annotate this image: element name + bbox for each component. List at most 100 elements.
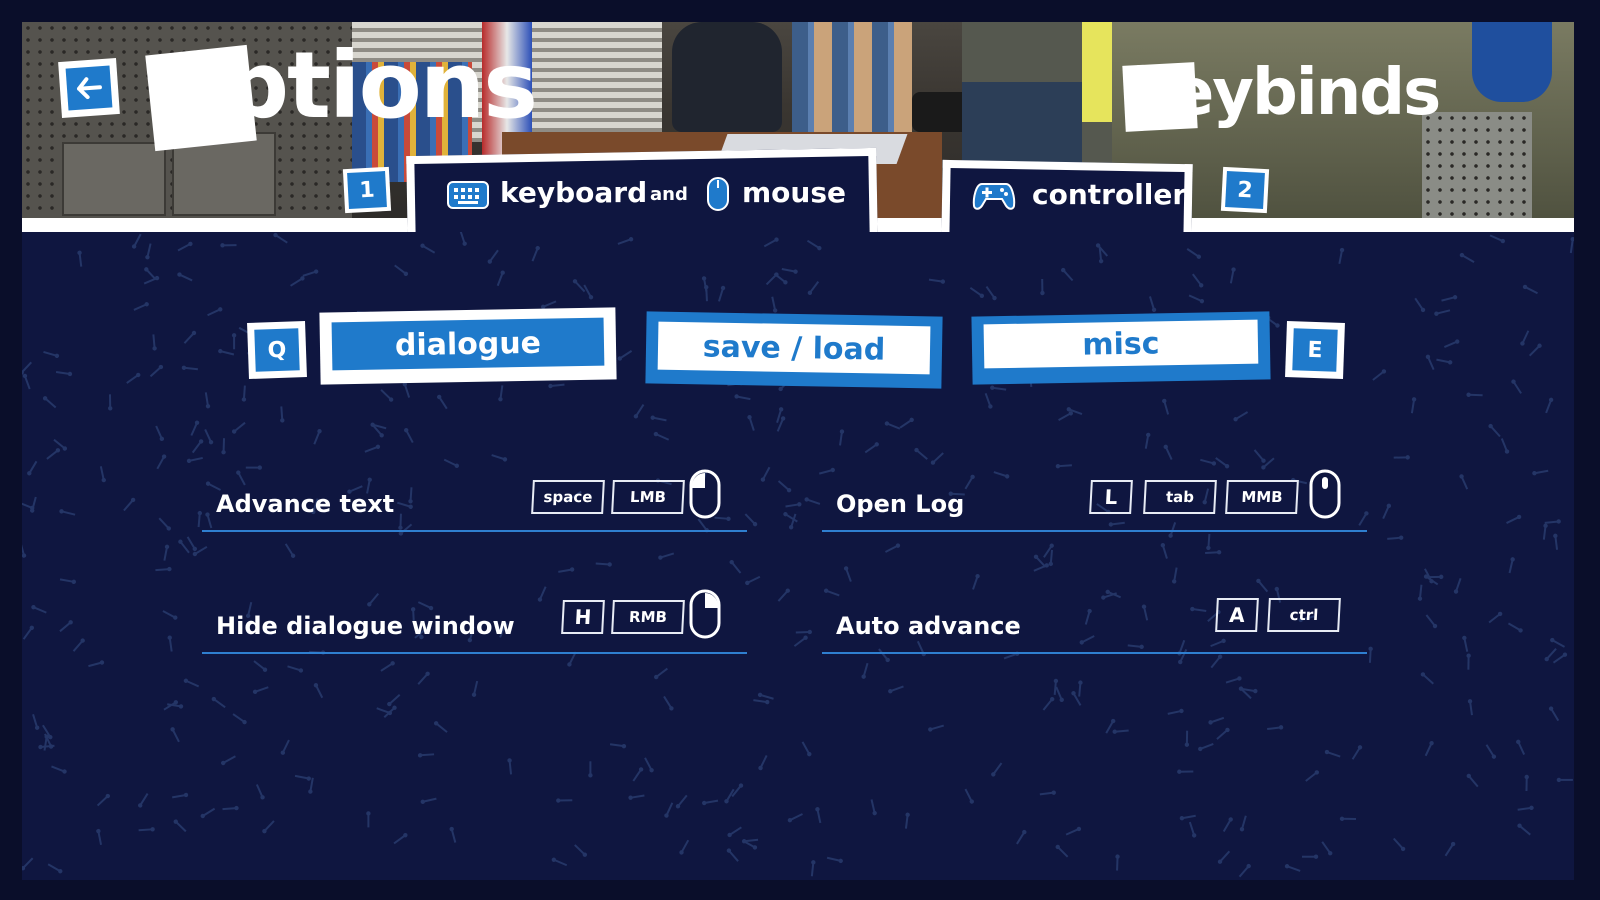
pattern-pin <box>781 267 798 274</box>
pattern-pin <box>1177 769 1194 774</box>
pattern-pin <box>1208 716 1225 725</box>
pattern-pin <box>1489 234 1505 244</box>
pattern-pin <box>1466 392 1483 397</box>
pattern-pin <box>1511 379 1522 394</box>
pattern-pin <box>487 249 499 264</box>
pattern-pin <box>783 511 798 523</box>
pattern-pin <box>126 372 141 384</box>
tab-dialogue-label: dialogue <box>331 317 605 371</box>
pattern-pin <box>1550 637 1566 648</box>
pattern-pin <box>644 757 654 773</box>
binding-action-label: Advance text <box>216 490 395 518</box>
pattern-pin <box>22 541 27 558</box>
pattern-pin <box>1321 841 1333 856</box>
pattern-pin <box>1171 567 1178 584</box>
pattern-pin <box>617 237 634 245</box>
pattern-pin <box>123 497 136 512</box>
pattern-pin <box>380 389 394 402</box>
prev-category-key[interactable]: Q <box>247 321 307 379</box>
tab-dialogue[interactable]: dialogue <box>319 307 617 385</box>
binding-row-auto-advance[interactable]: Auto advance A ctrl <box>822 584 1367 654</box>
pattern-pin <box>1516 739 1526 755</box>
key-lmb[interactable]: LMB <box>611 480 685 514</box>
pattern-pin <box>417 753 435 758</box>
binding-row-advance-text[interactable]: Advance text space LMB <box>202 462 747 532</box>
pattern-pin <box>1324 749 1341 758</box>
pattern-pin <box>96 793 111 807</box>
pattern-pin <box>22 361 33 375</box>
pattern-pin <box>1500 438 1510 454</box>
pattern-pin <box>1387 535 1404 540</box>
pattern-pin <box>402 382 411 398</box>
pattern-pin <box>777 480 792 493</box>
pattern-pin <box>220 755 236 766</box>
water-cooler-decor <box>1472 22 1552 102</box>
pattern-pin <box>280 406 285 423</box>
pattern-pin <box>241 385 247 402</box>
pattern-pin <box>420 797 437 804</box>
next-category-key[interactable]: E <box>1285 321 1345 379</box>
pattern-pin <box>1517 805 1534 811</box>
pattern-pin <box>1459 474 1469 490</box>
pattern-pin <box>899 417 914 429</box>
key-l[interactable]: L <box>1089 480 1133 514</box>
pattern-pin <box>1423 574 1439 586</box>
pattern-pin <box>190 420 200 436</box>
key-tab[interactable]: tab <box>1143 480 1217 514</box>
pattern-pin <box>31 604 47 614</box>
pattern-pin <box>1065 826 1082 836</box>
pattern-pin <box>1216 727 1230 740</box>
pattern-pin <box>1339 816 1357 821</box>
pattern-pin <box>32 714 40 730</box>
pattern-pin <box>370 422 387 430</box>
pattern-pin <box>158 517 171 531</box>
pattern-pin <box>436 394 448 410</box>
middle-click-icon <box>1308 468 1342 524</box>
pattern-pin <box>1191 273 1204 288</box>
tab-misc[interactable]: misc <box>971 311 1271 385</box>
pattern-pin <box>1508 557 1515 574</box>
pattern-pin <box>1267 725 1284 731</box>
pattern-pin <box>1436 358 1453 365</box>
pattern-pin <box>394 264 409 277</box>
pattern-pin <box>1039 790 1056 796</box>
pattern-pin <box>885 543 901 553</box>
pattern-pin <box>1414 297 1426 313</box>
pattern-pin <box>595 562 612 567</box>
pattern-pin <box>1552 652 1568 664</box>
pattern-pin <box>156 454 167 470</box>
pattern-pin <box>795 629 812 635</box>
pattern-pin <box>1233 411 1249 422</box>
key-ctrl[interactable]: ctrl <box>1267 598 1341 632</box>
pattern-pin <box>22 857 34 871</box>
pattern-pin <box>1524 774 1529 792</box>
key-mmb[interactable]: MMB <box>1225 480 1299 514</box>
pattern-pin <box>155 566 172 572</box>
pattern-pin <box>138 827 155 832</box>
pattern-pin <box>628 794 645 800</box>
pattern-pin <box>162 610 178 620</box>
key-a[interactable]: A <box>1215 598 1259 632</box>
pattern-pin <box>1229 267 1236 284</box>
pattern-pin <box>22 625 35 640</box>
tab-save-load[interactable]: save / load <box>645 311 943 389</box>
tab-hotkey-1: 1 <box>342 166 392 214</box>
key-h[interactable]: H <box>561 600 605 634</box>
pattern-pin <box>664 802 674 818</box>
pattern-pin <box>284 543 296 558</box>
binding-row-hide-dialogue[interactable]: Hide dialogue window H RMB <box>202 584 747 654</box>
page-subtitle: keybinds <box>1132 56 1441 130</box>
binding-row-open-log[interactable]: Open Log L tab MMB <box>822 462 1367 532</box>
key-space[interactable]: space <box>531 480 605 514</box>
pattern-pin <box>302 269 319 277</box>
pattern-pin <box>294 774 311 781</box>
pattern-pin <box>1544 648 1557 662</box>
tab-misc-label: misc <box>983 319 1259 369</box>
back-button[interactable] <box>58 58 120 118</box>
pattern-pin <box>178 539 190 554</box>
pattern-pin <box>1055 844 1069 858</box>
pattern-pin <box>904 812 910 829</box>
key-rmb[interactable]: RMB <box>611 600 685 634</box>
pattern-pin <box>679 839 690 855</box>
pattern-pin <box>1545 397 1554 414</box>
